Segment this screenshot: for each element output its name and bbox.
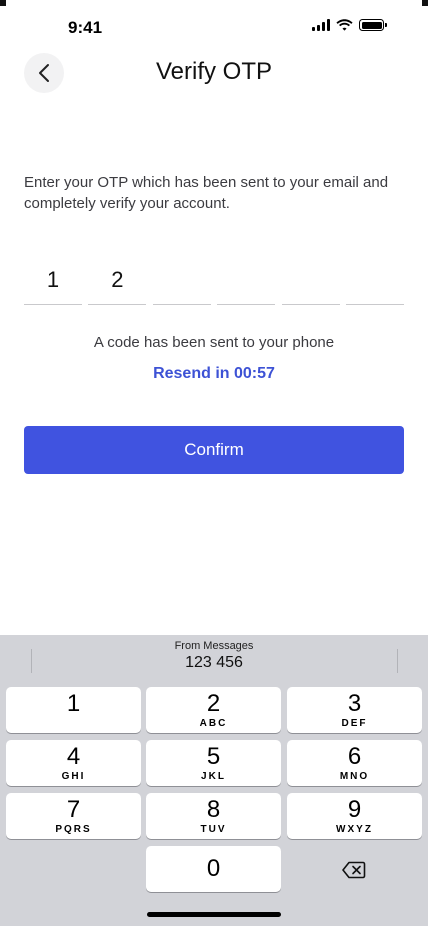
otp-instructions: Enter your OTP which has been sent to yo… (24, 174, 389, 212)
key-number: 0 (206, 855, 221, 882)
key-number: 6 (347, 742, 362, 770)
key-2[interactable]: 2 ABC (146, 687, 281, 733)
key-number: 2 (206, 689, 221, 717)
key-letters: ABC (199, 717, 228, 729)
key-letters: JKL (201, 770, 226, 782)
otp-digit-6[interactable] (345, 256, 404, 305)
otp-digit-2[interactable]: 2 (88, 256, 147, 305)
key-number: 3 (347, 689, 362, 717)
key-0[interactable]: 0 (146, 846, 281, 892)
key-letters: PQRS (55, 823, 92, 835)
otp-digit-3[interactable] (152, 256, 211, 305)
key-letters: DEF (341, 717, 368, 729)
verify-otp-screen: 9:41 Verify OTP Enter your OTP which has… (0, 0, 428, 926)
otp-digit-5[interactable] (281, 256, 340, 305)
key-letters: TUV (200, 823, 227, 835)
key-letters: WXYZ (336, 823, 373, 835)
status-bar: 9:41 (0, 0, 428, 52)
key-number: 5 (206, 742, 221, 770)
numeric-keyboard: From Messages 123 456 1 2 ABC 3 DEF 4 GH… (0, 635, 428, 926)
delete-key[interactable] (338, 859, 370, 881)
key-6[interactable]: 6 MNO (287, 740, 422, 786)
suggestion-label: From Messages (174, 640, 254, 652)
key-letters: MNO (339, 770, 370, 782)
suggestion-bar: From Messages 123 456 (0, 635, 428, 679)
delete-icon (342, 861, 366, 879)
key-number: 9 (347, 795, 362, 823)
key-8[interactable]: 8 TUV (146, 793, 281, 839)
signal-icon (312, 19, 330, 31)
key-number: 7 (66, 795, 81, 823)
otp-digit-1[interactable]: 1 (24, 256, 82, 305)
key-7[interactable]: 7 PQRS (6, 793, 141, 839)
status-icons (312, 19, 387, 31)
status-time: 9:41 (68, 18, 103, 37)
page-title: Verify OTP (155, 58, 273, 85)
key-letters: GHI (61, 770, 86, 782)
key-3[interactable]: 3 DEF (287, 687, 422, 733)
key-5[interactable]: 5 JKL (146, 740, 281, 786)
wifi-icon (336, 19, 353, 31)
key-4[interactable]: 4 GHI (6, 740, 141, 786)
otp-autofill-suggestion[interactable]: From Messages 123 456 (140, 640, 288, 672)
key-9[interactable]: 9 WXYZ (287, 793, 422, 839)
suggestion-divider (31, 649, 32, 673)
home-indicator (147, 912, 281, 917)
battery-icon (359, 19, 387, 31)
code-sent-message: A code has been sent to your phone (93, 334, 335, 351)
key-number: 4 (66, 742, 81, 770)
key-number: 1 (66, 689, 81, 717)
otp-input-row: 1 2 (24, 256, 404, 305)
resend-link[interactable]: Resend in 00:57 (0, 365, 428, 383)
key-number: 8 (206, 795, 221, 823)
key-1[interactable]: 1 (6, 687, 141, 733)
otp-digit-4[interactable] (217, 256, 276, 305)
confirm-button[interactable]: Confirm (24, 426, 404, 474)
suggestion-divider (397, 649, 398, 673)
suggestion-code: 123 456 (185, 654, 243, 671)
